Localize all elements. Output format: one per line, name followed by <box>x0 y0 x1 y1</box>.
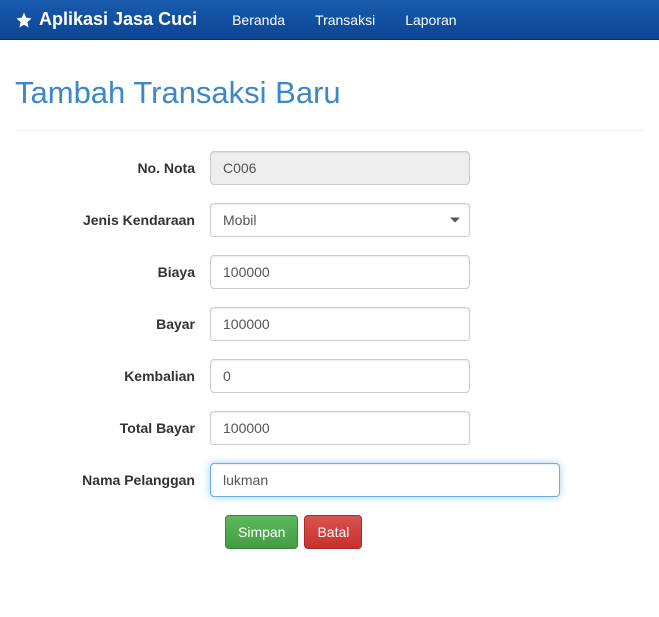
brand-text: Aplikasi Jasa Cuci <box>39 9 197 30</box>
group-biaya: Biaya <box>15 255 644 289</box>
nama-pelanggan-input[interactable] <box>210 463 560 497</box>
label-jenis-kendaraan: Jenis Kendaraan <box>15 212 210 228</box>
page-header: Tambah Transaksi Baru <box>15 75 644 131</box>
nav-link-beranda[interactable]: Beranda <box>217 2 300 38</box>
jenis-kendaraan-select[interactable]: Mobil <box>210 203 470 237</box>
group-nama-pelanggan: Nama Pelanggan <box>15 463 644 497</box>
kembalian-input[interactable] <box>210 359 470 393</box>
no-nota-input <box>210 151 470 185</box>
navbar-brand[interactable]: Aplikasi Jasa Cuci <box>15 9 197 30</box>
label-nama-pelanggan: Nama Pelanggan <box>15 472 210 488</box>
label-kembalian: Kembalian <box>15 368 210 384</box>
label-biaya: Biaya <box>15 264 210 280</box>
star-icon <box>15 11 33 29</box>
nav-link-laporan[interactable]: Laporan <box>390 2 471 38</box>
button-row: Simpan Batal <box>225 515 644 549</box>
label-total-bayar: Total Bayar <box>15 420 210 436</box>
group-no-nota: No. Nota <box>15 151 644 185</box>
nav-link-transaksi[interactable]: Transaksi <box>300 2 390 38</box>
batal-button[interactable]: Batal <box>304 515 362 549</box>
label-bayar: Bayar <box>15 316 210 332</box>
group-jenis-kendaraan: Jenis Kendaraan Mobil <box>15 203 644 237</box>
bayar-input[interactable] <box>210 307 470 341</box>
page-title: Tambah Transaksi Baru <box>15 75 644 111</box>
simpan-button[interactable]: Simpan <box>225 515 298 549</box>
label-no-nota: No. Nota <box>15 160 210 176</box>
group-bayar: Bayar <box>15 307 644 341</box>
group-total-bayar: Total Bayar <box>15 411 644 445</box>
form: No. Nota Jenis Kendaraan Mobil Biaya Bay… <box>15 151 644 549</box>
total-bayar-input[interactable] <box>210 411 470 445</box>
group-kembalian: Kembalian <box>15 359 644 393</box>
navbar: Aplikasi Jasa Cuci Beranda Transaksi Lap… <box>0 0 659 40</box>
main-container: Tambah Transaksi Baru No. Nota Jenis Ken… <box>0 75 659 549</box>
biaya-input[interactable] <box>210 255 470 289</box>
